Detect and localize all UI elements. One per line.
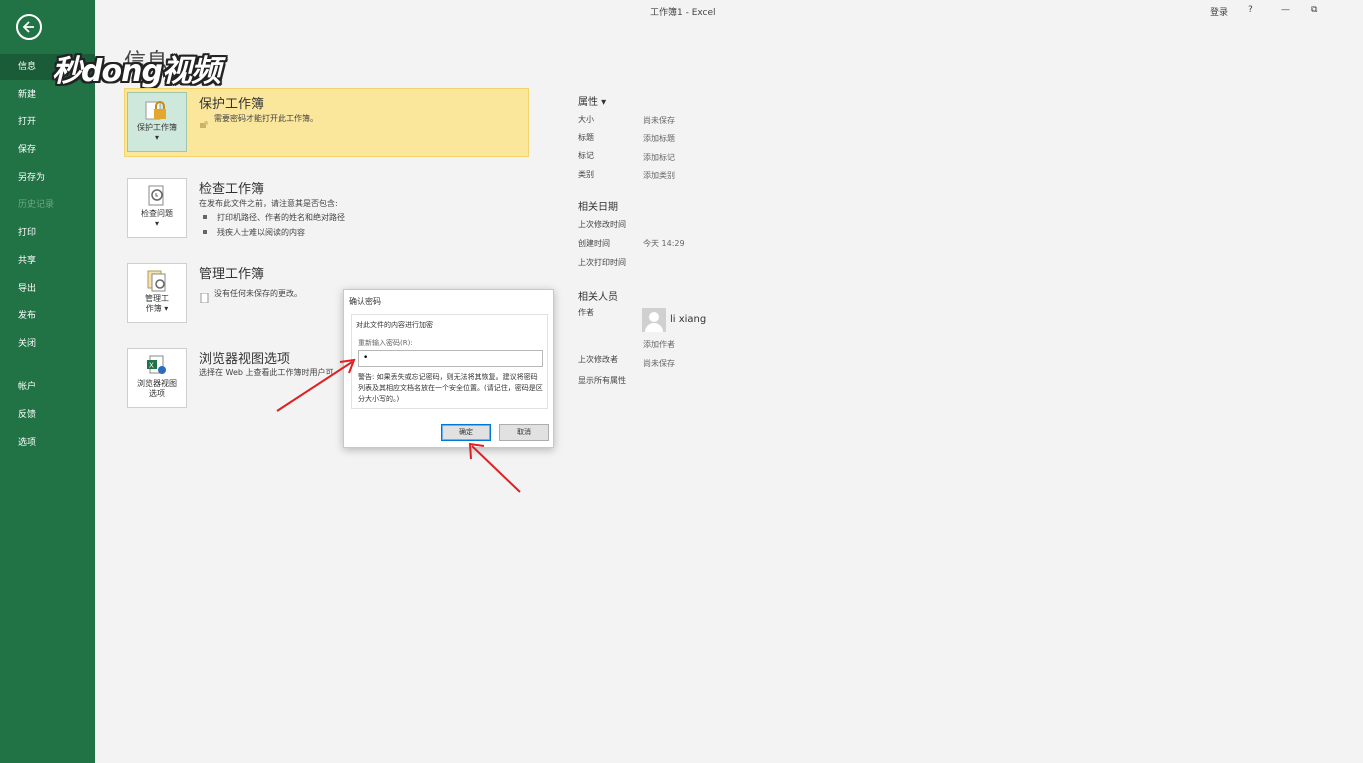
inspect-bullet: 残疾人士难以阅读的内容 <box>203 228 305 237</box>
last-modified-by-value: 尚未保存 <box>643 359 675 368</box>
red-arrow-icon <box>468 442 521 493</box>
related-dates-header: 相关日期 <box>578 202 618 213</box>
confirm-password-dialog: 确认密码 对此文件的内容进行加密 重新输入密码(R): • 警告: 如果丢失或忘… <box>343 289 554 448</box>
nav-save-as[interactable]: 另存为 <box>0 165 95 191</box>
protect-workbook-title: 保护工作簿 <box>199 97 265 112</box>
lock-icon <box>144 99 170 121</box>
nav-open[interactable]: 打开 <box>0 109 95 135</box>
back-arrow-icon <box>22 21 34 33</box>
watermark-logo: 秒dong视频 <box>52 54 221 89</box>
excel-web-icon: X <box>144 355 170 377</box>
minimize-button[interactable]: — <box>1281 5 1290 15</box>
last-modified-by-label: 上次修改者 <box>578 355 618 364</box>
related-people-header: 相关人员 <box>578 292 618 303</box>
nav-account[interactable]: 帐户 <box>0 374 95 400</box>
nav-print[interactable]: 打印 <box>0 220 95 246</box>
show-all-properties-link[interactable]: 显示所有属性 <box>578 375 626 386</box>
protect-workbook-button[interactable]: 保护工作簿 ▾ <box>127 92 187 152</box>
reenter-password-label: 重新输入密码(R): <box>358 339 413 347</box>
avatar <box>642 308 666 332</box>
cancel-button[interactable]: 取消 <box>499 424 549 441</box>
sign-in-link[interactable]: 登录 <box>1210 5 1228 18</box>
add-tag-field[interactable]: 添加标记 <box>643 152 675 163</box>
dialog-title: 确认密码 <box>349 297 381 306</box>
restore-icon[interactable]: ⧉ <box>1311 5 1317 15</box>
property-label: 大小 <box>578 115 594 124</box>
ok-button[interactable]: 确定 <box>441 424 491 441</box>
properties-header[interactable]: 属性 ▾ <box>578 93 606 108</box>
author-label: 作者 <box>578 308 594 317</box>
date-label: 上次打印时间 <box>578 258 626 267</box>
key-icon <box>200 114 209 128</box>
inspect-document-icon <box>144 185 170 207</box>
back-button[interactable] <box>16 14 42 40</box>
encrypt-group-label: 对此文件的内容进行加密 <box>356 321 433 329</box>
window-title: 工作簿1 - Excel <box>650 8 716 18</box>
property-label: 标记 <box>578 151 594 160</box>
svg-text:X: X <box>149 362 154 370</box>
encrypt-group: 对此文件的内容进行加密 重新输入密码(R): • 警告: 如果丢失或忘记密码，则… <box>351 314 548 409</box>
nav-options[interactable]: 选项 <box>0 430 95 456</box>
nav-save[interactable]: 保存 <box>0 137 95 163</box>
date-label: 创建时间 <box>578 239 610 248</box>
password-warning: 警告: 如果丢失或忘记密码，则无法将其恢复。建议将密码列表及其相应文档名放在一个… <box>358 373 543 403</box>
browser-view-options-title: 浏览器视图选项 <box>199 352 291 367</box>
nav-share[interactable]: 共享 <box>0 248 95 274</box>
check-issues-button[interactable]: 检查问题 ▾ <box>127 178 187 238</box>
manage-workbook-icon <box>144 270 170 292</box>
manage-workbook-desc: 没有任何未保存的更改。 <box>214 289 302 298</box>
document-icon <box>200 288 209 304</box>
browser-view-options-desc: 选择在 Web 上查看此工作簿时用户可 <box>199 368 334 377</box>
browser-view-options-button[interactable]: X 浏览器视图 选项 <box>127 348 187 408</box>
add-author-field[interactable]: 添加作者 <box>643 339 675 350</box>
manage-workbook-title: 管理工作簿 <box>199 267 265 282</box>
inspect-workbook-desc: 在发布此文件之前，请注意其是否包含: <box>199 199 338 208</box>
created-time-value: 今天 14:29 <box>643 239 685 248</box>
property-value: 尚未保存 <box>643 116 675 125</box>
nav-export[interactable]: 导出 <box>0 276 95 302</box>
help-button[interactable]: ? <box>1248 5 1253 15</box>
title-bar: 工作簿1 - Excel 登录 ? — ⧉ <box>95 0 1363 22</box>
nav-close[interactable]: 关闭 <box>0 331 95 357</box>
manage-workbook-button[interactable]: 管理工 作簿 ▾ <box>127 263 187 323</box>
nav-feedback[interactable]: 反馈 <box>0 402 95 428</box>
add-title-field[interactable]: 添加标题 <box>643 133 675 144</box>
date-label: 上次修改时间 <box>578 220 626 229</box>
protect-workbook-desc: 需要密码才能打开此工作簿。 <box>214 114 318 123</box>
backstage-sidebar: 信息 新建 打开 保存 另存为 历史记录 打印 共享 导出 发布 关闭 帐户 反… <box>0 0 95 763</box>
property-label: 类别 <box>578 170 594 179</box>
add-category-field[interactable]: 添加类别 <box>643 170 675 181</box>
nav-publish[interactable]: 发布 <box>0 303 95 329</box>
reenter-password-input[interactable]: • <box>358 350 543 367</box>
inspect-bullet: 打印机路径、作者的姓名和绝对路径 <box>203 213 345 222</box>
nav-history[interactable]: 历史记录 <box>0 192 95 218</box>
property-label: 标题 <box>578 133 594 142</box>
inspect-workbook-title: 检查工作簿 <box>199 182 265 197</box>
author-name: li xiang <box>670 314 707 325</box>
